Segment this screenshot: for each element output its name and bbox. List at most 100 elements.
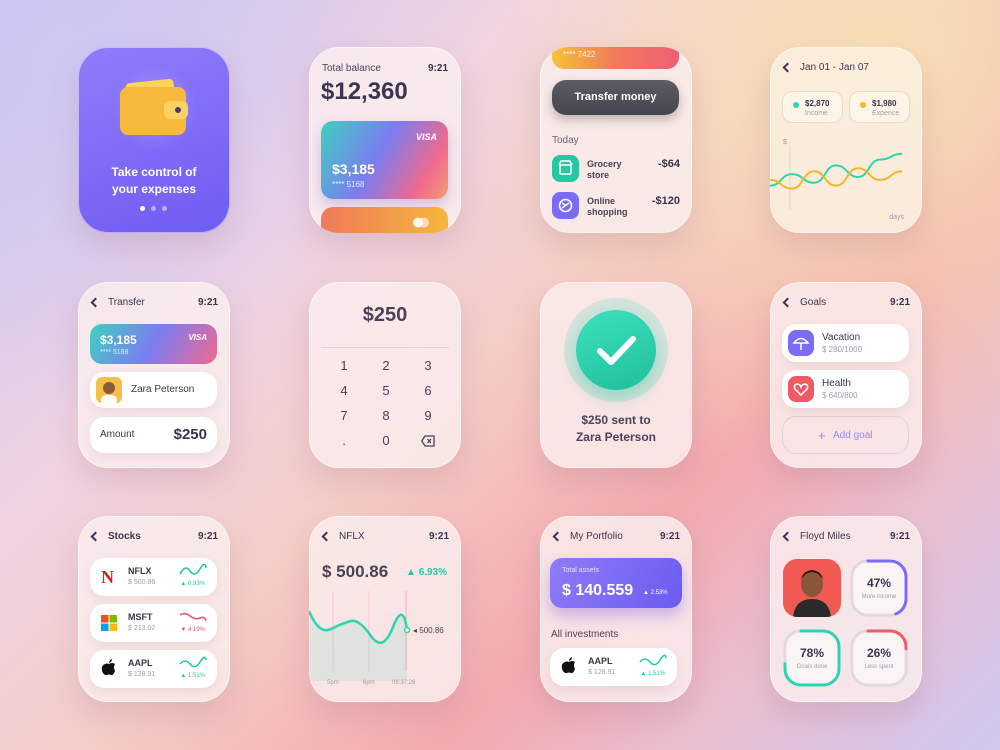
stocks-watch[interactable]: Stocks 9:21 N NFLX $ 500.86 ▲ 6.93% MSFT… — [78, 516, 230, 702]
income-value: $2,870 — [805, 99, 830, 108]
contact-row[interactable]: Zara Peterson — [90, 372, 217, 408]
amount-row[interactable]: Amount $250 — [90, 417, 217, 453]
stock-row-msft[interactable]: MSFT $ 213.02 ▼ 4.19% — [90, 604, 217, 642]
today-label: Today — [552, 135, 579, 146]
mastercard-icon — [412, 215, 430, 228]
chart-range: Jan 01 - Jan 07 — [800, 62, 869, 73]
key-0[interactable]: 0 — [365, 433, 407, 458]
key-dot[interactable]: . — [323, 433, 365, 458]
stat-value: 26% — [866, 646, 892, 660]
back-icon[interactable] — [552, 531, 563, 542]
key-8[interactable]: 8 — [365, 408, 407, 433]
transfer-money-button[interactable]: Transfer money — [552, 80, 679, 115]
grocery-name2: store — [587, 170, 610, 180]
stock-change: ▼ 4.19% — [180, 627, 205, 633]
stat-more-income: 47% More income — [850, 559, 908, 617]
income-expense-chart — [770, 146, 903, 210]
keypad-divider — [321, 347, 449, 348]
key-7[interactable]: 7 — [323, 408, 365, 433]
nflx-header: NFLX 9:21 — [321, 531, 449, 545]
balance-watch[interactable]: Total balance 9:21 $12,360 VISA $3,185 *… — [309, 47, 461, 233]
key-1[interactable]: 1 — [323, 358, 365, 383]
top-card[interactable]: **** 7422 — [552, 47, 679, 69]
stock-ticker: MSFT — [128, 612, 153, 622]
back-icon[interactable] — [782, 297, 793, 308]
plus-icon: + — [818, 428, 826, 443]
goal-vacation-progress: $ 280/1000 — [822, 345, 863, 354]
add-goal-button[interactable]: + Add goal — [782, 416, 909, 454]
onboarding-watch[interactable]: Take control of your expenses — [78, 47, 230, 233]
page-dot — [162, 206, 167, 211]
back-icon[interactable] — [321, 531, 332, 542]
expense-dot — [860, 102, 866, 108]
chart-header: Jan 01 - Jan 07 — [782, 62, 910, 76]
transfer-today-watch[interactable]: **** 7422 Transfer money Today Grocery s… — [540, 47, 692, 233]
stocks-title: Stocks — [108, 531, 141, 542]
stock-row-aapl[interactable]: AAPL $ 128.91 ▲ 1.51% — [90, 650, 217, 688]
shopping-name1: Online — [587, 196, 616, 206]
goal-health[interactable]: Health $ 640/800 — [782, 370, 909, 408]
key-3[interactable]: 3 — [407, 358, 449, 383]
keypad-watch[interactable]: $250 1 2 3 4 5 6 7 8 9 . 0 — [309, 282, 461, 468]
nflx-change: ▲ 6.93% — [406, 567, 448, 578]
second-card[interactable] — [321, 207, 448, 233]
stock-row-nflx[interactable]: N NFLX $ 500.86 ▲ 6.93% — [90, 558, 217, 596]
back-icon[interactable] — [782, 531, 793, 542]
investment-price: $ 128.91 — [588, 669, 616, 676]
back-icon[interactable] — [782, 62, 793, 73]
back-icon[interactable] — [90, 297, 101, 308]
keypad-amount: $250 — [362, 304, 408, 326]
add-goal-label: Add goal — [833, 430, 873, 441]
transfer-time: 9:21 — [197, 297, 218, 308]
transfer-watch[interactable]: Transfer 9:21 $3,185 VISA **** 5168 Zara… — [78, 282, 230, 468]
assets-card[interactable]: Total assets $ 140.559 ▲ 2.53% — [550, 558, 682, 608]
card-number: **** 5168 — [332, 180, 365, 189]
investments-label: All investments — [551, 629, 619, 640]
stock-price: $ 500.86 — [128, 579, 156, 586]
nflx-title: NFLX — [339, 531, 365, 542]
key-4[interactable]: 4 — [323, 383, 365, 408]
key-5[interactable]: 5 — [365, 383, 407, 408]
chart-watch[interactable]: Jan 01 - Jan 07 $2,870 Income $1,980 Exp… — [770, 47, 922, 233]
goal-vacation[interactable]: Vacation $ 280/1000 — [782, 324, 909, 362]
transfer-title: Transfer — [108, 297, 145, 308]
key-6[interactable]: 6 — [407, 383, 449, 408]
success-watch[interactable]: $250 sent to Zara Peterson — [540, 282, 692, 468]
profile-time: 9:21 — [889, 531, 910, 542]
expense-label: Expence — [872, 110, 900, 117]
transfer-card[interactable]: $3,185 VISA **** 5168 — [90, 324, 217, 364]
success-line2: Zara Peterson — [575, 430, 657, 444]
wallet-icon — [120, 78, 188, 137]
stat-value: 78% — [799, 646, 825, 660]
expense-chip[interactable]: $1,980 Expence — [849, 91, 910, 123]
nflx-chart — [309, 591, 461, 681]
stat-label: More income — [861, 594, 897, 600]
portfolio-header: My Portfolio 9:21 — [552, 531, 680, 545]
stat-label: Less spent — [864, 664, 894, 670]
nflx-marker-value: ◂ 500.86 — [413, 626, 444, 635]
profile-header: Floyd Miles 9:21 — [782, 531, 910, 545]
portfolio-title: My Portfolio — [570, 531, 623, 542]
transfer-card-brand: VISA — [188, 333, 207, 342]
page-dots[interactable] — [140, 206, 170, 212]
stock-ticker: AAPL — [128, 658, 153, 668]
top-card-number: **** 7422 — [563, 50, 596, 59]
income-chip[interactable]: $2,870 Income — [782, 91, 843, 123]
microsoft-logo-icon — [101, 615, 117, 631]
balance-card[interactable]: VISA $3,185 **** 5168 — [321, 121, 448, 199]
investment-row-aapl[interactable]: AAPL $ 128.91 ▲ 1.51% — [550, 648, 677, 686]
goals-watch[interactable]: Goals 9:21 Vacation $ 280/1000 Health $ … — [770, 282, 922, 468]
backspace-icon[interactable] — [407, 433, 449, 458]
portfolio-watch[interactable]: My Portfolio 9:21 Total assets $ 140.559… — [540, 516, 692, 702]
transfer-header: Transfer 9:21 — [90, 297, 218, 311]
key-9[interactable]: 9 — [407, 408, 449, 433]
key-2[interactable]: 2 — [365, 358, 407, 383]
back-icon[interactable] — [90, 531, 101, 542]
stock-price: $ 128.91 — [128, 671, 156, 678]
nflx-x-label-3: 06:37:26 — [392, 680, 416, 686]
nflx-watch[interactable]: NFLX 9:21 $ 500.86 ▲ 6.93% ◂ 500.86 5pm … — [309, 516, 461, 702]
nflx-price: $ 500.86 — [322, 562, 389, 581]
nflx-x-label-1: 5pm — [327, 680, 339, 686]
profile-avatar — [783, 559, 841, 617]
profile-watch[interactable]: Floyd Miles 9:21 47% More income 78% Goals… — [770, 516, 922, 702]
